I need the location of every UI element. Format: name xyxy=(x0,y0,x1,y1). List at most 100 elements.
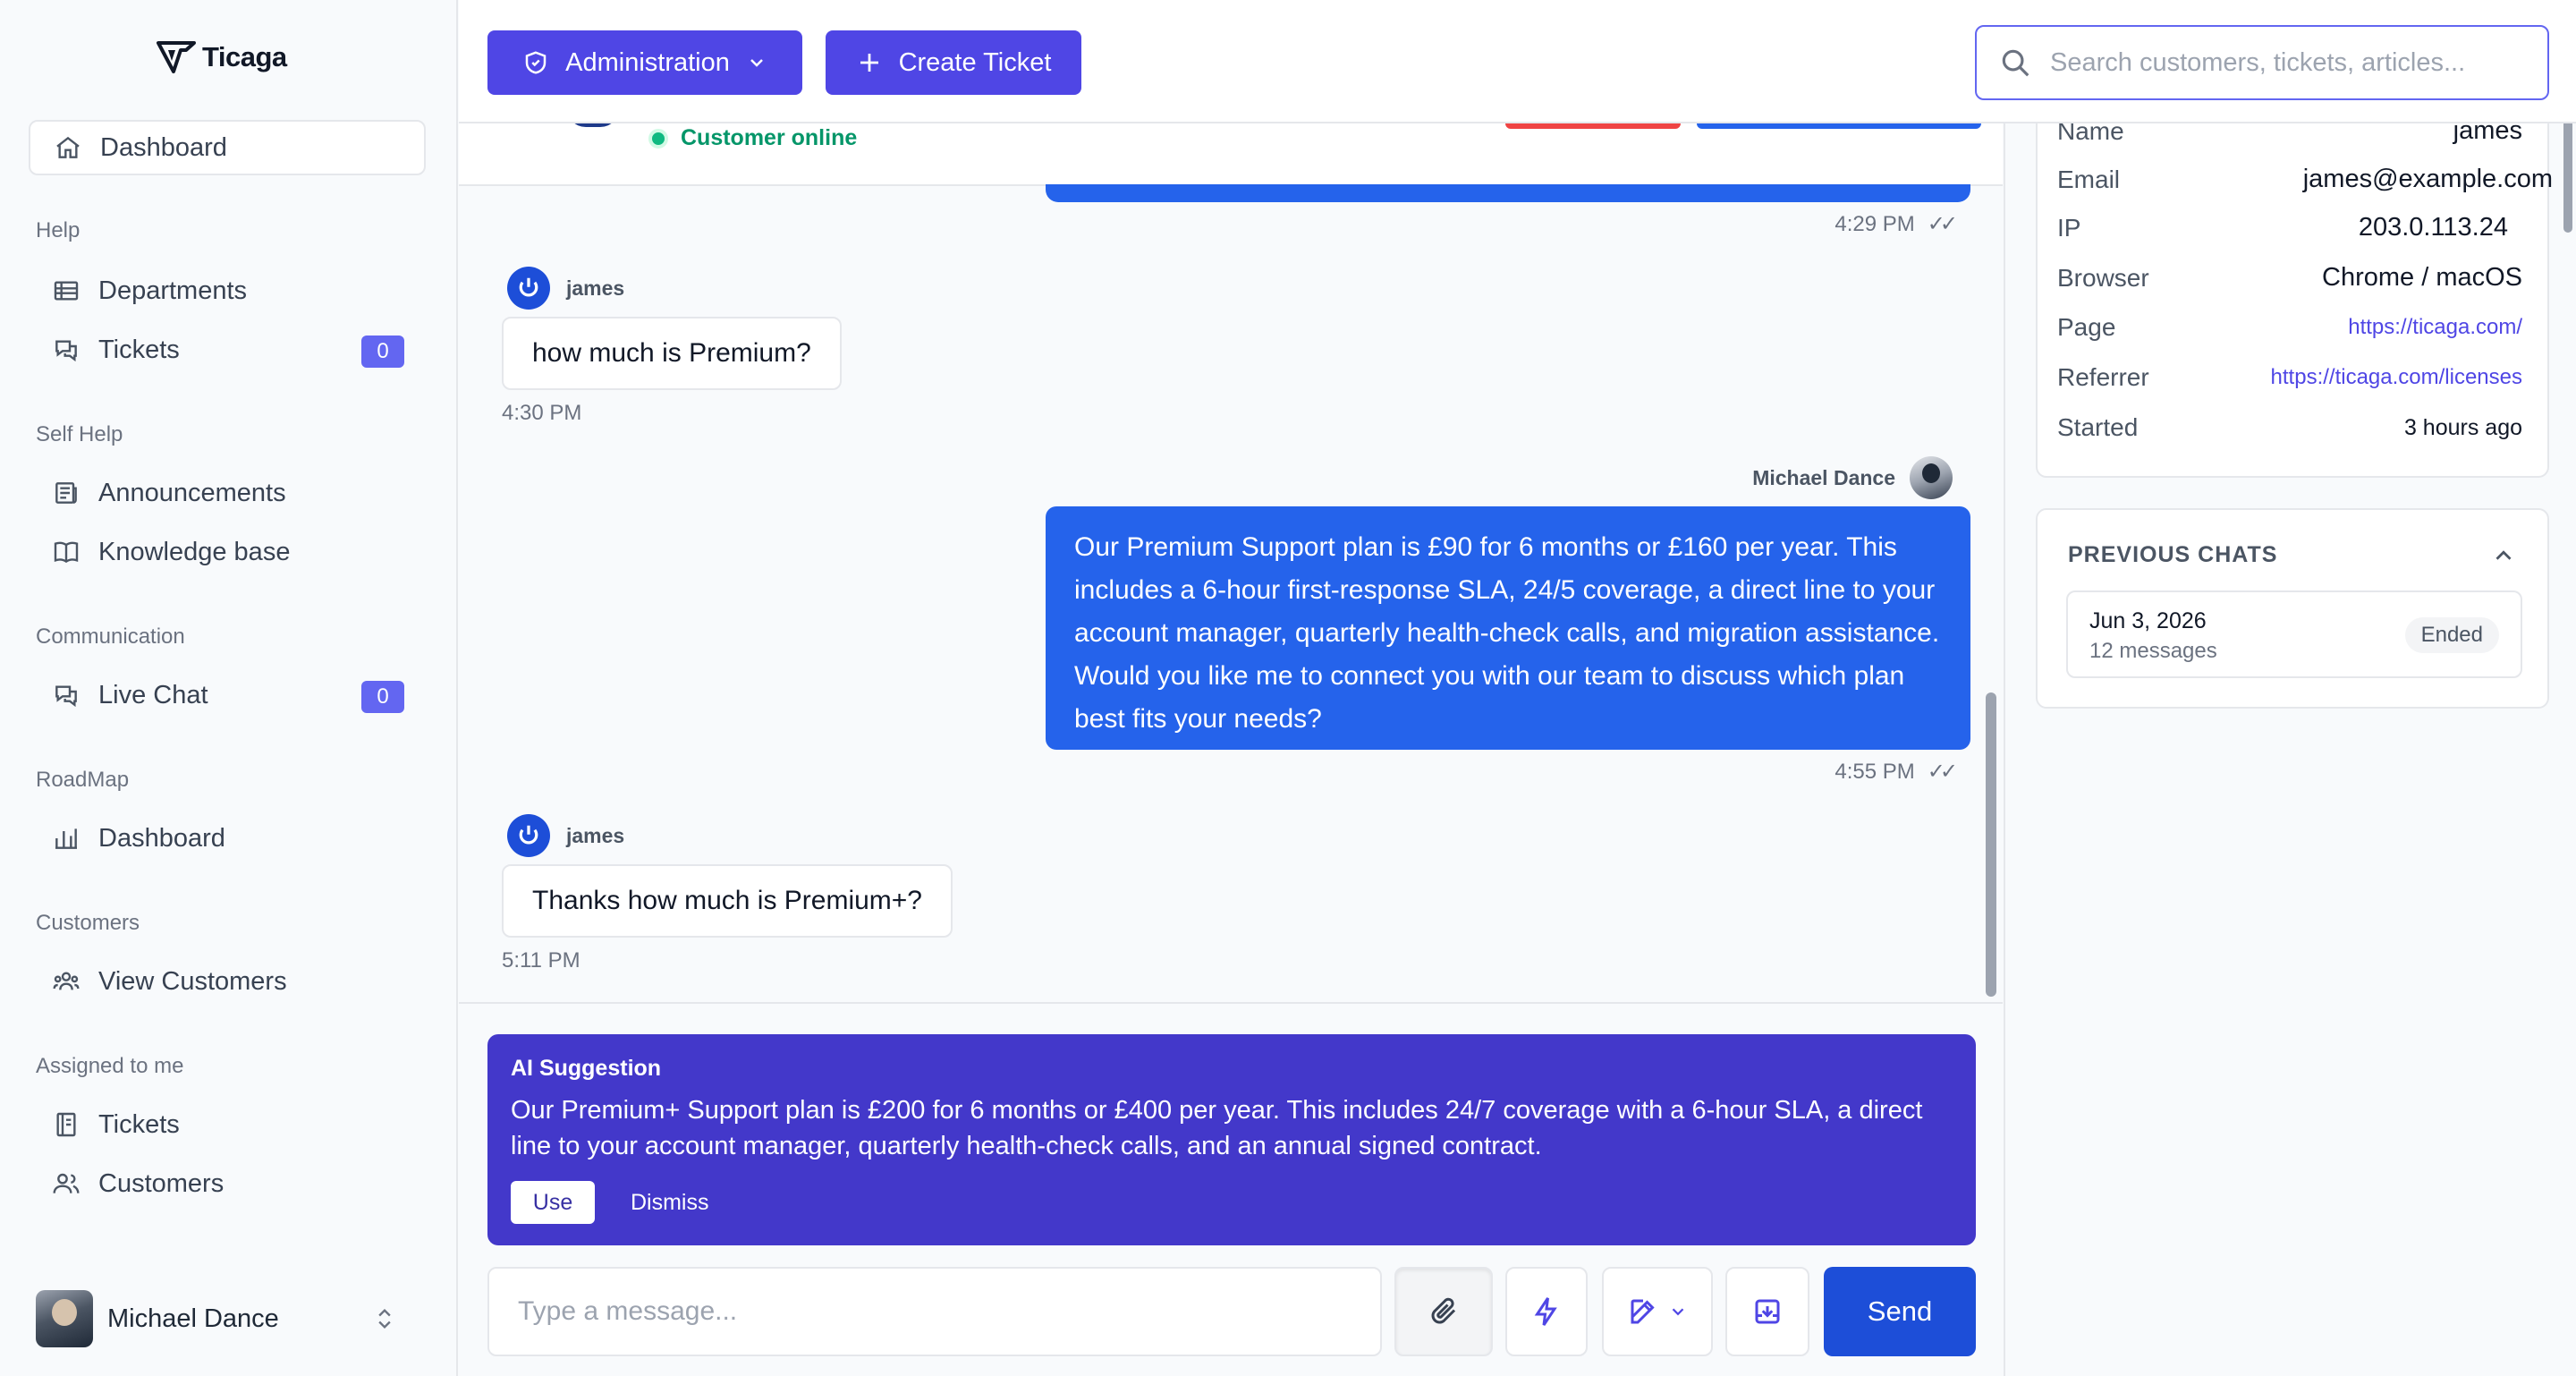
plus-icon xyxy=(860,54,878,72)
sidebar-item-view-customers[interactable]: View Customers xyxy=(29,954,426,1009)
sidebar-item-tickets[interactable]: Tickets 0 xyxy=(29,322,426,378)
visitor-ip-row: IP 203.0.113.24 xyxy=(2057,213,2508,242)
attach-button[interactable] xyxy=(1394,1267,1493,1356)
chevron-up-icon[interactable] xyxy=(2490,542,2517,569)
lightning-icon xyxy=(1534,1297,1557,1326)
user-menu[interactable]: Michael Dance xyxy=(36,1288,411,1349)
chat-divider xyxy=(459,1002,2003,1004)
transfer-chat-button[interactable] xyxy=(1697,123,1981,129)
ticket-icon xyxy=(52,1110,80,1139)
compose-menu-button[interactable] xyxy=(1602,1267,1713,1356)
visitor-started: 3 hours ago xyxy=(2403,414,2522,440)
search-input[interactable] xyxy=(2050,47,2533,78)
sidebar-item-label: View Customers xyxy=(98,966,287,996)
chevron-down-icon xyxy=(1672,1308,1684,1316)
chevron-down-icon xyxy=(750,59,763,67)
customer-message-bubble: how much is Premium? xyxy=(502,317,842,390)
section-customers: Customers xyxy=(36,911,140,935)
end-chat-button[interactable] xyxy=(1505,123,1681,129)
ai-suggestion-text: Our Premium+ Support plan is £200 for 6 … xyxy=(511,1096,1923,1160)
sidebar: Ticaga Dashboard Help Departments Ticket… xyxy=(0,0,458,1376)
user-name: Michael Dance xyxy=(107,1304,279,1333)
panel-scrollbar[interactable] xyxy=(2563,116,2572,233)
global-search xyxy=(1975,25,2549,100)
info-label: Started xyxy=(2057,413,2139,441)
ai-suggestion-actions: Use Dismiss xyxy=(511,1181,709,1224)
message-time: 4:29 PM ✓✓ xyxy=(1835,211,1958,237)
message-time: 5:11 PM xyxy=(502,948,580,973)
sidebar-item-live-chat[interactable]: Live Chat 0 xyxy=(29,667,426,723)
section-roadmap: RoadMap xyxy=(36,768,130,792)
chat-scrollbar[interactable] xyxy=(1986,692,1996,997)
sidebar-item-knowledge-base[interactable]: Knowledge base xyxy=(29,524,426,580)
sidebar-item-assigned-customers[interactable]: Customers xyxy=(29,1156,426,1211)
message-time: 4:30 PM xyxy=(502,401,582,425)
section-communication: Communication xyxy=(36,624,185,649)
sidebar-item-dashboard[interactable]: Dashboard xyxy=(29,120,426,175)
sidebar-item-label: Tickets xyxy=(98,1109,180,1139)
chat-icon xyxy=(52,681,80,709)
visitor-details-card: Name james Email james@example.com IP 20… xyxy=(2036,98,2553,478)
previous-chat-count: 12 messages xyxy=(2089,639,2217,663)
users-icon xyxy=(52,1169,80,1198)
administration-label: Administration xyxy=(565,47,730,77)
status-badge: Ended xyxy=(2404,617,2499,653)
sidebar-item-announcements[interactable]: Announcements xyxy=(29,465,426,521)
search-icon xyxy=(2002,49,2029,77)
tickets-count-badge: 0 xyxy=(361,336,404,368)
top-bar: Administration Create Ticket xyxy=(459,0,2576,123)
read-ticks-icon: ✓✓ xyxy=(1927,760,1958,784)
send-button[interactable]: Send xyxy=(1824,1267,1976,1356)
visitor-email-row: Email james@example.com xyxy=(2057,165,2553,194)
info-label: Browser xyxy=(2057,263,2149,292)
bar-chart-icon xyxy=(52,824,80,853)
online-dot-icon xyxy=(648,128,668,149)
sidebar-item-departments[interactable]: Departments xyxy=(29,263,426,319)
paperclip-icon xyxy=(1431,1297,1456,1324)
chevron-up-down-icon xyxy=(378,1309,391,1329)
table-icon xyxy=(52,276,80,305)
sidebar-item-assigned-tickets[interactable]: Tickets xyxy=(29,1097,426,1152)
use-suggestion-button[interactable]: Use xyxy=(511,1181,595,1224)
visitor-referrer-link[interactable]: https://ticaga.com/licenses xyxy=(2271,365,2522,390)
read-ticks-icon: ✓✓ xyxy=(1927,212,1958,236)
book-icon xyxy=(52,538,80,566)
message-input[interactable] xyxy=(518,1296,1359,1327)
agent-avatar xyxy=(1910,456,1953,499)
visitor-page-link[interactable]: https://ticaga.com/ xyxy=(2348,315,2522,340)
info-label: IP xyxy=(2057,213,2081,242)
message-composer xyxy=(487,1267,1382,1356)
visitor-ip: 203.0.113.24 xyxy=(2358,213,2508,242)
message-sender: james xyxy=(507,267,624,310)
sidebar-item-roadmap-dashboard[interactable]: Dashboard xyxy=(29,811,426,866)
message-sender: Michael Dance xyxy=(1752,456,1953,499)
previous-chat-date: Jun 3, 2026 xyxy=(2089,608,2207,633)
quick-reply-button[interactable] xyxy=(1505,1267,1588,1356)
brand-logo[interactable]: Ticaga xyxy=(156,39,287,75)
visitor-referrer-row: Referrer https://ticaga.com/licenses xyxy=(2057,363,2522,392)
chat-panel: Customer online 4:29 PM ✓✓ james how much… xyxy=(459,0,2003,1376)
app-root: Ticaga Dashboard Help Departments Ticket… xyxy=(0,0,2576,1376)
info-label: Email xyxy=(2057,165,2121,193)
ticaga-logo-icon xyxy=(157,41,196,73)
customer-message-bubble: Thanks how much is Premium+? xyxy=(502,864,953,938)
customer-status: Customer online xyxy=(648,125,857,151)
section-help: Help xyxy=(36,218,80,242)
sender-name: james xyxy=(566,276,625,300)
users-group-icon xyxy=(52,967,80,996)
shield-icon xyxy=(525,51,547,74)
dismiss-suggestion-button[interactable]: Dismiss xyxy=(631,1190,709,1216)
previous-chats-title: PREVIOUS CHATS xyxy=(2068,542,2278,567)
administration-dropdown[interactable]: Administration xyxy=(487,30,802,95)
save-transcript-button[interactable] xyxy=(1725,1267,1809,1356)
create-ticket-button[interactable]: Create Ticket xyxy=(826,30,1081,95)
section-assigned: Assigned to me xyxy=(36,1054,184,1078)
create-ticket-label: Create Ticket xyxy=(898,47,1052,77)
sidebar-item-label: Departments xyxy=(98,276,248,305)
message-time: 4:55 PM ✓✓ xyxy=(1835,759,1958,785)
brand-name: Ticaga xyxy=(202,41,287,72)
sidebar-item-label: Dashboard xyxy=(100,132,227,162)
previous-chat-item[interactable]: Jun 3, 2026 12 messages Ended xyxy=(2066,590,2522,678)
live-chat-count-badge: 0 xyxy=(361,681,404,713)
download-tray-icon xyxy=(1755,1299,1780,1324)
